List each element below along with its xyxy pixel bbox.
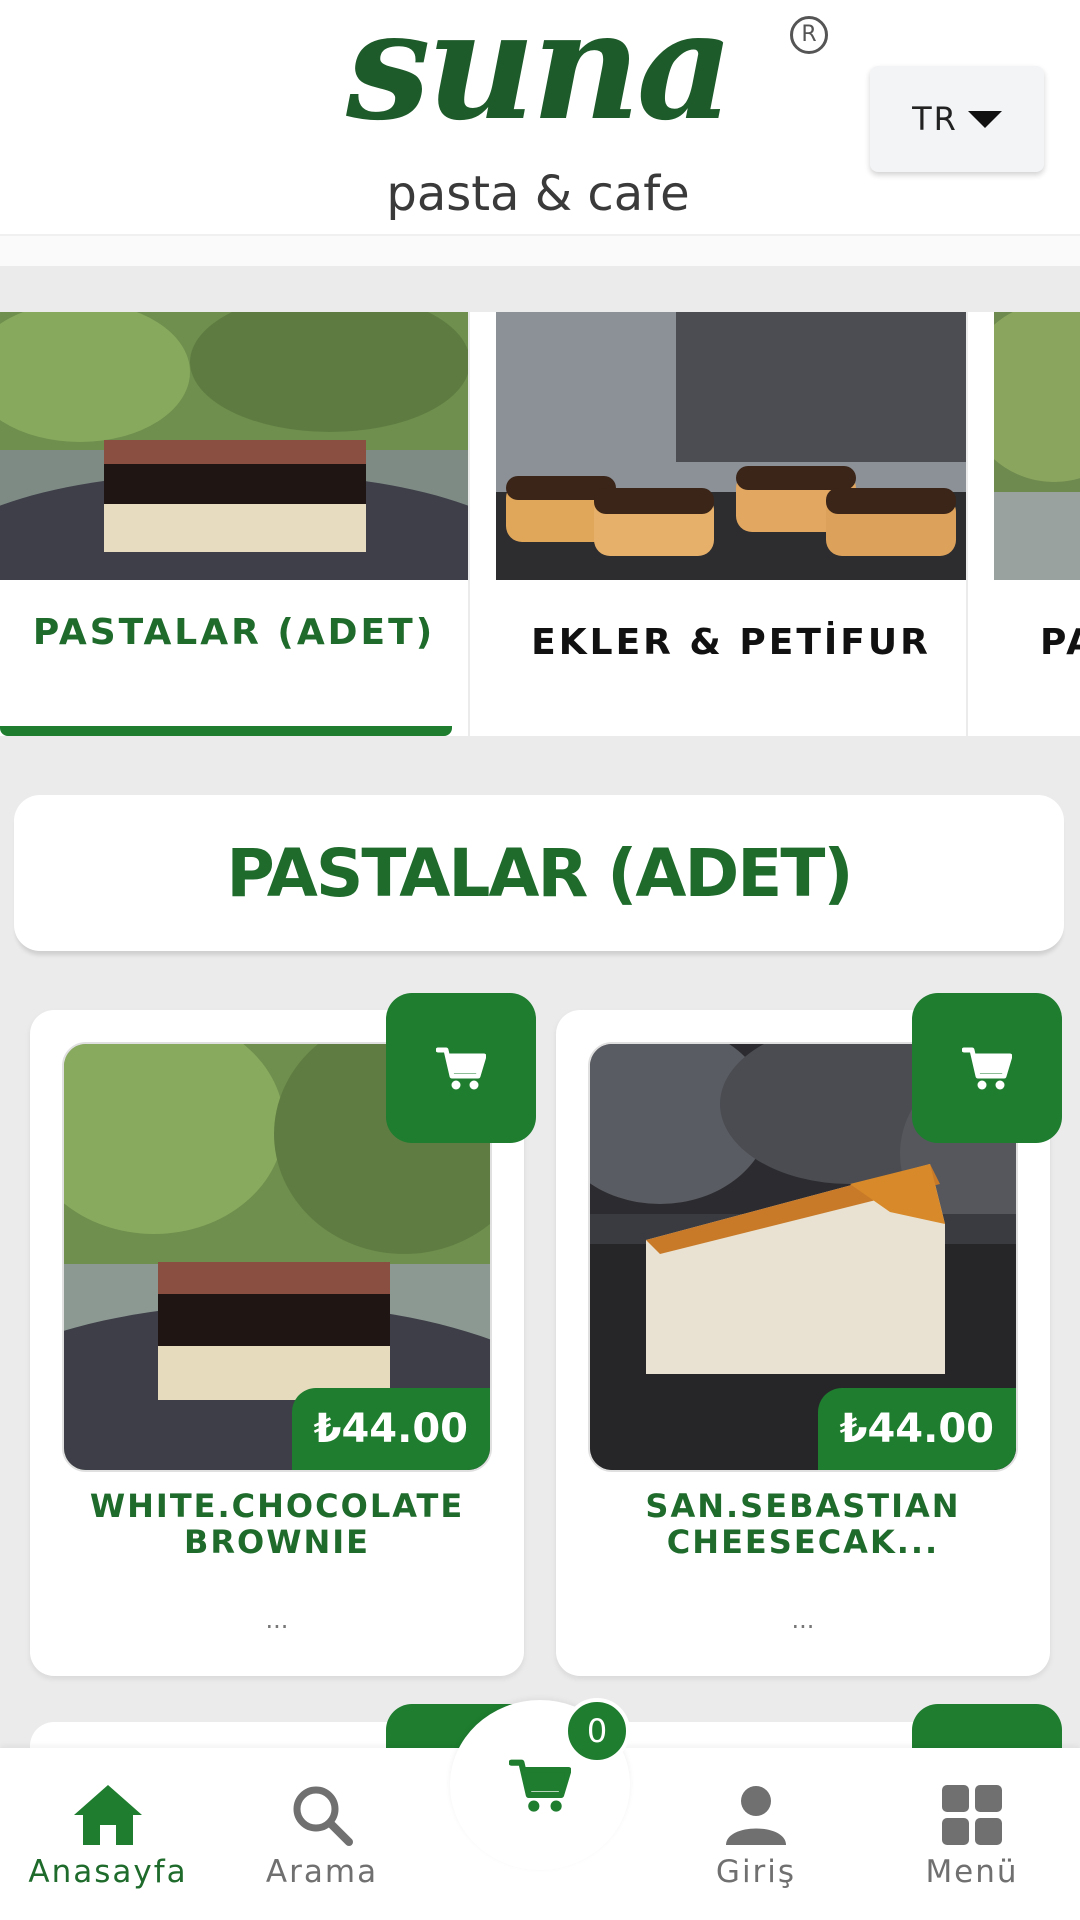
nav-search[interactable]: Arama	[232, 1780, 412, 1890]
nav-search-label: Arama	[265, 1854, 379, 1890]
caret-down-icon	[967, 110, 1002, 128]
nav-menu[interactable]: Menü	[882, 1780, 1062, 1890]
product-name-line2: BROWNIE	[183, 1523, 371, 1561]
header-divider	[0, 236, 1080, 266]
category-image	[0, 312, 468, 580]
price-tag: ₺44.00	[817, 1388, 1016, 1470]
category-tab-partial[interactable]: PA	[968, 312, 1080, 736]
category-label: PASTALAR (ADET)	[32, 612, 436, 653]
product-price: ₺44.00	[839, 1406, 994, 1452]
logo-tagline: pasta & cafe	[386, 166, 690, 222]
brand-logo[interactable]: suna R pasta & cafe	[238, 0, 838, 230]
cart-count-badge: 0	[564, 1698, 630, 1764]
language-label: TR	[912, 100, 958, 138]
category-tab-ekler[interactable]: EKLER & PETİFUR	[470, 312, 966, 736]
price-tag: ₺44.00	[291, 1388, 490, 1470]
product-description: ...	[791, 1606, 815, 1634]
category-label: EKLER & PETİFUR	[531, 622, 931, 663]
section-heading-card: PASTALAR (ADET)	[14, 795, 1064, 951]
category-label: PA	[1040, 622, 1080, 663]
nav-login[interactable]: Giriş	[666, 1780, 846, 1890]
grid-icon	[942, 1785, 1002, 1845]
add-to-cart-button[interactable]	[912, 993, 1062, 1143]
product-card[interactable]: ₺44.00 SAN.SEBASTIAN CHEESECAK... ...	[556, 993, 1062, 1676]
product-price: ₺44.00	[313, 1406, 468, 1452]
nav-menu-label: Menü	[925, 1854, 1019, 1890]
nav-home-label: Anasayfa	[28, 1854, 188, 1890]
product-name-line1: WHITE.CHOCOLATE	[89, 1487, 465, 1525]
logo-wordmark: suna	[346, 0, 734, 154]
home-icon	[74, 1785, 142, 1845]
product-name-line1: SAN.SEBASTIAN	[645, 1487, 961, 1525]
registered-mark: R	[790, 16, 828, 54]
section-title: PASTALAR (ADET)	[226, 834, 853, 912]
user-icon	[726, 1786, 786, 1845]
category-image	[994, 312, 1080, 580]
product-name: SAN.SEBASTIAN CHEESECAK...	[576, 1488, 1030, 1560]
cart-icon	[436, 1047, 486, 1090]
category-tab-pastalar[interactable]: PASTALAR (ADET)	[0, 312, 468, 736]
cart-icon	[962, 1047, 1012, 1090]
category-image	[496, 312, 966, 580]
app-header: suna R pasta & cafe TR	[0, 0, 1080, 236]
product-card[interactable]: ₺44.00 WHITE.CHOCOLATE BROWNIE ...	[30, 993, 536, 1676]
product-description: ...	[265, 1606, 289, 1634]
nav-home[interactable]: Anasayfa	[18, 1780, 198, 1890]
product-name-line2: CHEESECAK...	[666, 1523, 940, 1561]
add-to-cart-button[interactable]	[386, 993, 536, 1143]
cart-icon	[509, 1759, 571, 1812]
nav-login-label: Giriş	[715, 1854, 797, 1890]
search-icon	[293, 1786, 353, 1846]
product-name: WHITE.CHOCOLATE BROWNIE	[50, 1488, 504, 1560]
category-carousel[interactable]: PASTALAR (ADET) EKLER & PETİFUR P	[0, 312, 1080, 736]
active-tab-indicator	[0, 726, 452, 736]
language-selector[interactable]: TR	[870, 66, 1044, 172]
